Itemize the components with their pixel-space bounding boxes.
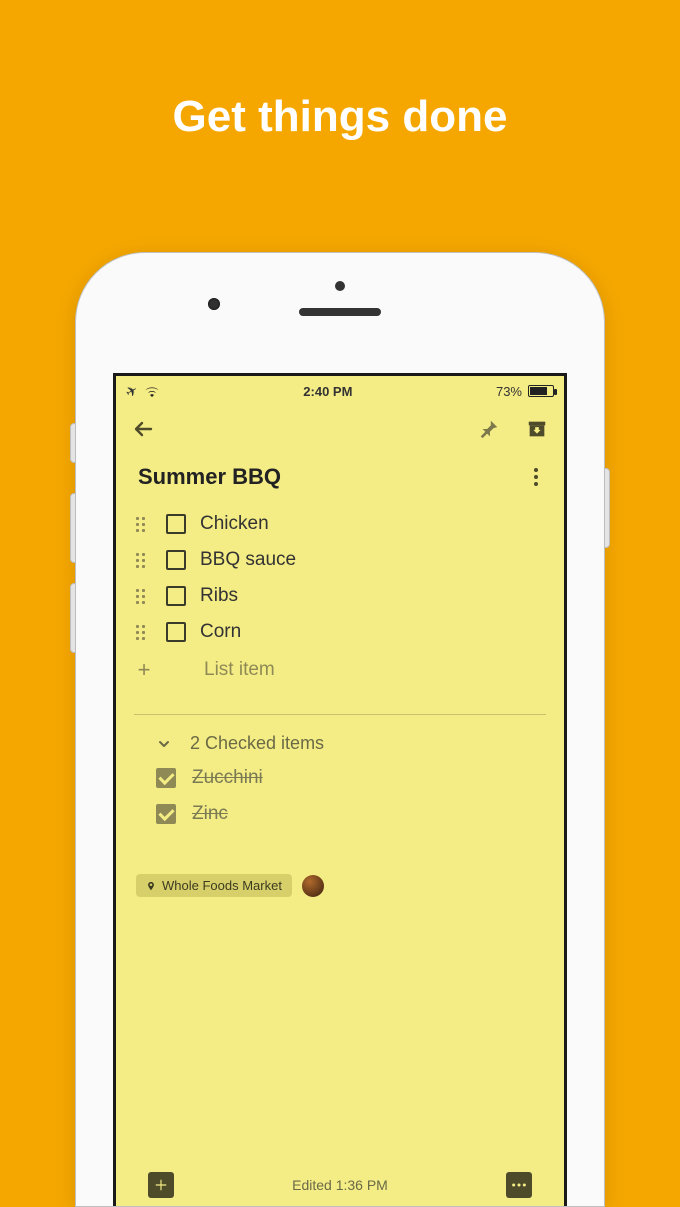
hero-headline: Get things done	[0, 0, 680, 142]
back-button[interactable]	[130, 416, 156, 442]
unchecked-list: Chicken BBQ sauce Ribs Corn	[134, 506, 546, 690]
airplane-mode-icon: ✈	[123, 381, 142, 402]
phone-sensor	[335, 281, 345, 291]
checkbox[interactable]	[156, 768, 176, 788]
pin-button[interactable]	[476, 416, 502, 442]
add-list-item[interactable]: + List item	[134, 650, 546, 690]
divider	[134, 714, 546, 715]
list-item[interactable]: Zinc	[134, 796, 546, 832]
checked-items-label: 2 Checked items	[190, 733, 324, 754]
battery-percent: 73%	[496, 384, 522, 399]
edited-timestamp: Edited 1:36 PM	[292, 1177, 388, 1193]
checkbox[interactable]	[166, 550, 186, 570]
checkbox[interactable]	[156, 804, 176, 824]
phone-side-button	[604, 468, 610, 548]
checkbox[interactable]	[166, 514, 186, 534]
checked-items-toggle[interactable]: 2 Checked items	[134, 725, 546, 760]
archive-button[interactable]	[524, 416, 550, 442]
list-item-label[interactable]: BBQ sauce	[200, 549, 296, 571]
phone-speaker	[299, 308, 381, 316]
checkbox[interactable]	[166, 622, 186, 642]
note-title[interactable]: Summer BBQ	[138, 464, 281, 490]
add-button[interactable]	[148, 1172, 174, 1198]
list-item-label[interactable]: Zinc	[192, 803, 228, 825]
plus-icon: +	[136, 657, 152, 683]
phone-side-button	[70, 423, 76, 463]
battery-icon	[528, 385, 554, 397]
list-item[interactable]: Chicken	[134, 506, 546, 542]
bottom-bar: Edited 1:36 PM	[134, 1162, 546, 1206]
list-item[interactable]: Corn	[134, 614, 546, 650]
phone-frame: ✈ 2:40 PM 73%	[75, 252, 605, 1207]
list-item-label[interactable]: Zucchini	[192, 767, 263, 789]
drag-handle-icon[interactable]	[136, 589, 152, 604]
checkbox[interactable]	[166, 586, 186, 606]
more-options-button[interactable]	[526, 465, 546, 489]
drag-handle-icon[interactable]	[136, 517, 152, 532]
drag-handle-icon[interactable]	[136, 553, 152, 568]
phone-camera	[208, 298, 220, 310]
app-bar	[116, 402, 564, 450]
location-pin-icon	[146, 880, 156, 892]
screen: ✈ 2:40 PM 73%	[113, 373, 567, 1206]
list-item-label[interactable]: Ribs	[200, 585, 238, 607]
phone-side-button	[70, 583, 76, 653]
list-item-label[interactable]: Chicken	[200, 513, 269, 535]
location-chip-label: Whole Foods Market	[162, 878, 282, 893]
location-chip[interactable]: Whole Foods Market	[136, 874, 292, 897]
wifi-icon	[144, 385, 160, 397]
list-item[interactable]: BBQ sauce	[134, 542, 546, 578]
status-time: 2:40 PM	[303, 384, 352, 399]
list-item[interactable]: Zucchini	[134, 760, 546, 796]
note: Summer BBQ Chicken BBQ sauce Ribs	[116, 450, 564, 1206]
phone-side-button	[70, 493, 76, 563]
status-bar: ✈ 2:40 PM 73%	[116, 376, 564, 402]
more-button[interactable]	[506, 1172, 532, 1198]
add-item-placeholder: List item	[204, 659, 275, 681]
list-item[interactable]: Ribs	[134, 578, 546, 614]
chevron-down-icon	[156, 736, 172, 752]
drag-handle-icon[interactable]	[136, 625, 152, 640]
list-item-label[interactable]: Corn	[200, 621, 241, 643]
collaborator-avatar[interactable]	[302, 875, 324, 897]
